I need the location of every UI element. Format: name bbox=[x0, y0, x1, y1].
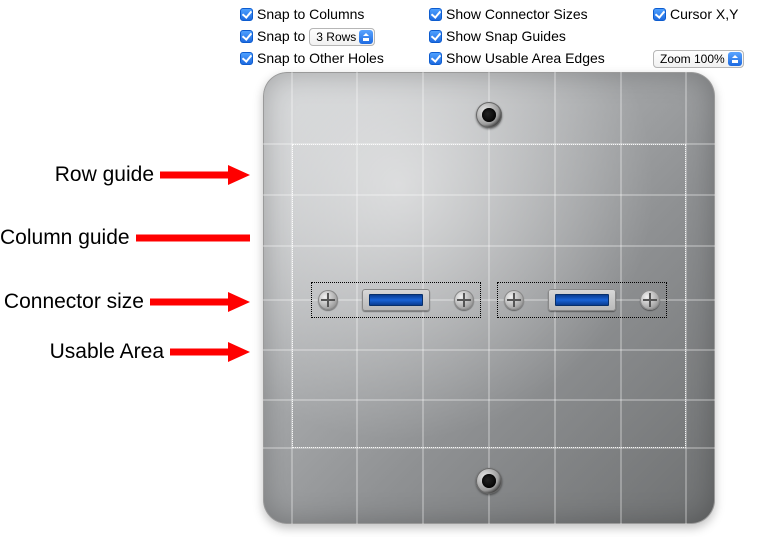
show-snap-guides-label: Show Snap Guides bbox=[446, 28, 566, 44]
screw-icon bbox=[640, 290, 660, 310]
rows-select-value: 3 Rows bbox=[309, 28, 375, 46]
show-connector-sizes-checkbox[interactable]: Show Connector Sizes bbox=[429, 6, 649, 22]
snap-to-columns-label: Snap to Columns bbox=[257, 6, 364, 22]
annotation-label: Column guide bbox=[0, 226, 130, 250]
snap-to-other-holes-label: Snap to Other Holes bbox=[257, 50, 384, 66]
cursor-xy-label: Cursor X,Y bbox=[670, 6, 738, 22]
annotation-label: Row guide bbox=[55, 163, 154, 187]
zoom-select[interactable]: Zoom 100% bbox=[653, 50, 744, 66]
checkbox-icon bbox=[240, 52, 253, 65]
snap-to-label: Snap to bbox=[257, 28, 305, 44]
show-snap-guides-checkbox[interactable]: Show Snap Guides bbox=[429, 28, 649, 44]
checkbox-icon bbox=[240, 8, 253, 21]
screw-icon bbox=[454, 290, 474, 310]
annotation-column-guide: Column guide bbox=[0, 225, 250, 251]
usb-port-icon bbox=[362, 289, 430, 311]
arrow-icon bbox=[170, 339, 250, 365]
arrow-icon bbox=[136, 225, 250, 251]
checkbox-icon bbox=[653, 8, 666, 21]
checkbox-icon bbox=[240, 30, 253, 43]
annotation-label: Usable Area bbox=[50, 340, 164, 364]
cursor-xy-checkbox[interactable]: Cursor X,Y bbox=[653, 6, 757, 22]
checkbox-icon bbox=[429, 30, 442, 43]
snap-to-rows-checkbox[interactable]: Snap to 3 Rows bbox=[240, 28, 425, 44]
zoom-select-wrap: Zoom 100% bbox=[653, 50, 757, 66]
wall-plate-canvas[interactable] bbox=[263, 72, 715, 524]
connector-outline-left[interactable] bbox=[311, 282, 481, 318]
checkbox-icon bbox=[429, 52, 442, 65]
snap-to-columns-checkbox[interactable]: Snap to Columns bbox=[240, 6, 425, 22]
arrow-icon bbox=[150, 289, 250, 315]
options-toolbar: Snap to Columns Snap to 3 Rows Snap to O… bbox=[240, 0, 757, 68]
mounting-hole-top bbox=[476, 102, 502, 128]
connector-outline-right[interactable] bbox=[497, 282, 667, 318]
screw-icon bbox=[318, 290, 338, 310]
show-usable-area-edges-label: Show Usable Area Edges bbox=[446, 50, 605, 66]
show-usable-area-edges-checkbox[interactable]: Show Usable Area Edges bbox=[429, 50, 649, 66]
annotation-row-guide: Row guide bbox=[0, 162, 250, 188]
show-connector-sizes-label: Show Connector Sizes bbox=[446, 6, 588, 22]
zoom-select-value: Zoom 100% bbox=[653, 50, 744, 68]
annotation-label: Connector size bbox=[4, 290, 144, 314]
rows-select[interactable]: 3 Rows bbox=[309, 28, 375, 44]
snap-to-other-holes-checkbox[interactable]: Snap to Other Holes bbox=[240, 50, 425, 66]
annotation-connector-size: Connector size bbox=[0, 289, 250, 315]
checkbox-icon bbox=[429, 8, 442, 21]
screw-icon bbox=[504, 290, 524, 310]
usb-port-icon bbox=[548, 289, 616, 311]
arrow-icon bbox=[160, 162, 250, 188]
mounting-hole-bottom bbox=[476, 468, 502, 494]
annotation-usable-area: Usable Area bbox=[0, 339, 250, 365]
